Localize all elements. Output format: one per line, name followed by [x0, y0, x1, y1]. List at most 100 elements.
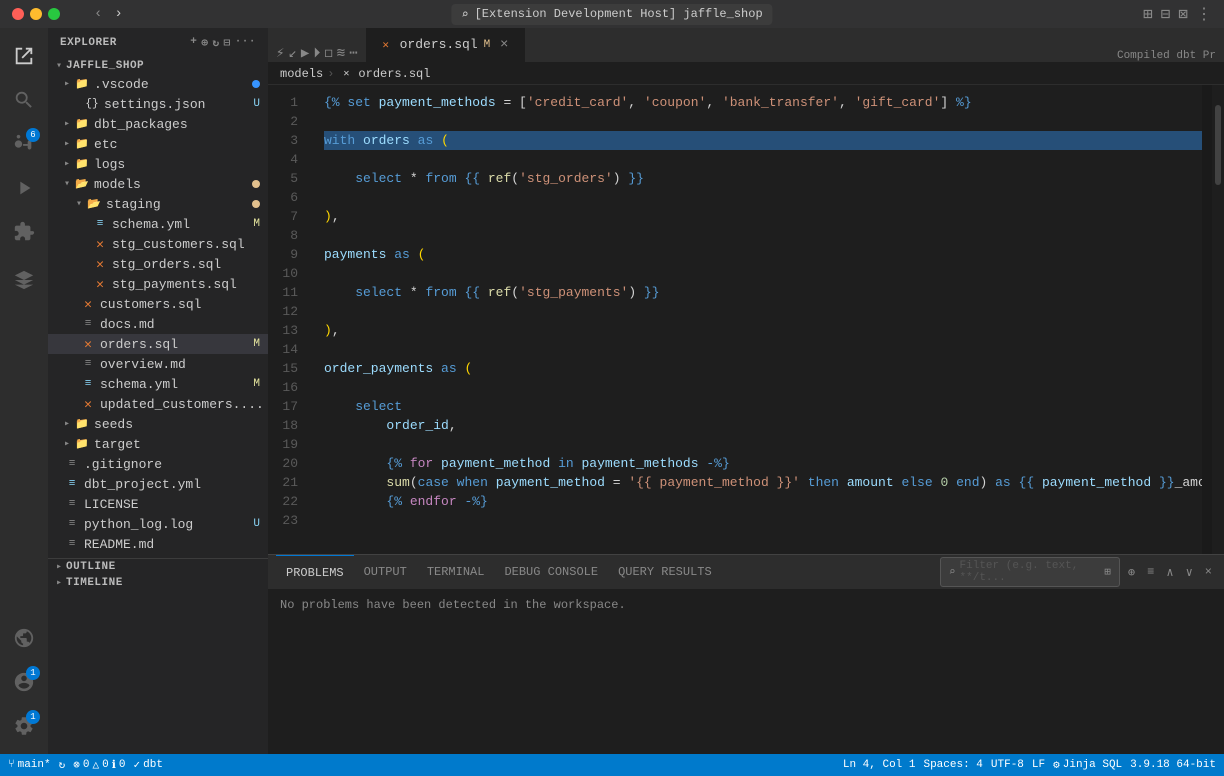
panel-copy-button[interactable]: ⊕: [1124, 563, 1139, 582]
output-tab[interactable]: OUTPUT: [354, 555, 417, 590]
search-icon: ⌕: [461, 7, 468, 22]
terminal-tab[interactable]: TERMINAL: [417, 555, 495, 590]
panel-close-button[interactable]: ×: [1201, 563, 1216, 581]
run-on-click-icon[interactable]: ⚡: [276, 45, 284, 62]
close-button[interactable]: [12, 8, 24, 20]
folder-chevron-icon: [76, 198, 82, 210]
code-editor[interactable]: 1234 5678 9101112 13141516 17181920 2122…: [268, 85, 1224, 554]
eol-status[interactable]: LF: [1032, 759, 1045, 771]
debug-console-tab[interactable]: DEBUG CONSOLE: [494, 555, 608, 590]
sidebar-item-stg-customers[interactable]: ✕ stg_customers.sql: [48, 234, 268, 254]
sidebar-item-vscode[interactable]: 📁 .vscode: [48, 74, 268, 94]
python-log-name: python_log.log: [84, 517, 249, 532]
git-branch-status[interactable]: ⑂ main*: [8, 759, 51, 771]
settings-activity-icon[interactable]: 1: [4, 706, 44, 746]
sync-status[interactable]: ↻: [59, 758, 66, 772]
sidebar-item-updated-customers[interactable]: ✕ updated_customers.... U: [48, 394, 268, 414]
sidebar-item-stg-payments[interactable]: ✕ stg_payments.sql: [48, 274, 268, 294]
run-debug-activity-icon[interactable]: [4, 168, 44, 208]
customize-layout-icon[interactable]: ⋮: [1196, 4, 1212, 24]
nav-forward-button[interactable]: ›: [110, 4, 126, 24]
encoding-status[interactable]: UTF-8: [991, 759, 1024, 771]
nav-back-button[interactable]: ‹: [90, 4, 106, 24]
sidebar-item-dbt-project-yml[interactable]: ≡ dbt_project.yml: [48, 474, 268, 494]
new-folder-icon[interactable]: ⊕: [201, 36, 208, 50]
python-version-status[interactable]: 3.9.18 64-bit: [1130, 759, 1216, 771]
search-activity-icon[interactable]: [4, 80, 44, 120]
orders-sql-name: orders.sql: [100, 337, 249, 352]
panel-sort-button[interactable]: ≡: [1143, 563, 1158, 581]
sidebar-item-python-log[interactable]: ≡ python_log.log U: [48, 514, 268, 534]
schema-yml-badge: M: [253, 218, 260, 230]
editor-scrollbar[interactable]: [1212, 85, 1224, 554]
stg-payments-name: stg_payments.sql: [112, 277, 268, 292]
sidebar-section-outline[interactable]: OUTLINE: [48, 558, 268, 575]
tab-close-button[interactable]: ×: [496, 37, 512, 53]
minimize-button[interactable]: [30, 8, 42, 20]
prev-result-icon[interactable]: ↙: [288, 45, 296, 62]
sidebar-item-license[interactable]: ≡ LICENSE: [48, 494, 268, 514]
collapse-all-icon[interactable]: ⊟: [224, 36, 231, 50]
split-editor-icon[interactable]: ⊠: [1178, 4, 1188, 24]
sidebar-item-stg-orders[interactable]: ✕ stg_orders.sql: [48, 254, 268, 274]
extensions-activity-icon[interactable]: [4, 212, 44, 252]
sidebar-section-timeline[interactable]: TIMELINE: [48, 575, 268, 591]
sidebar-item-staging[interactable]: 📂 staging: [48, 194, 268, 214]
stop-icon[interactable]: ◻: [324, 45, 332, 62]
layout-icon[interactable]: ⊞: [1143, 4, 1153, 24]
sidebar-item-etc[interactable]: 📁 etc: [48, 134, 268, 154]
sidebar-item-project-root[interactable]: JAFFLE_SHOP: [48, 58, 268, 74]
folder-chevron-icon: [64, 158, 70, 170]
dbt-activity-icon[interactable]: [4, 260, 44, 300]
titlebar-search[interactable]: ⌕ [Extension Development Host] jaffle_sh…: [451, 4, 772, 25]
breadcrumb-separator: ›: [327, 67, 334, 81]
source-control-activity-icon[interactable]: 6: [4, 124, 44, 164]
sidebar-item-docs-md[interactable]: ≡ docs.md: [48, 314, 268, 334]
cursor-position-status[interactable]: Ln 4, Col 1: [843, 759, 916, 771]
more-run-icon[interactable]: ⋯: [349, 45, 357, 62]
code-content[interactable]: {% set payment_methods = ['credit_card',…: [308, 85, 1202, 554]
sidebar-item-models[interactable]: 📂 models: [48, 174, 268, 194]
filter-options-icon[interactable]: ⊞: [1104, 565, 1111, 579]
language-status[interactable]: ⚙ Jinja SQL: [1053, 758, 1122, 772]
sidebar-item-overview-md[interactable]: ≡ overview.md: [48, 354, 268, 374]
maximize-button[interactable]: [48, 8, 60, 20]
panel-filter-input[interactable]: ⌕ Filter (e.g. text, **/t... ⊞: [940, 557, 1120, 587]
code-line-19: [324, 435, 1202, 454]
query-results-tab[interactable]: QUERY RESULTS: [608, 555, 722, 590]
sidebar-item-schema-yml-models[interactable]: ≡ schema.yml M: [48, 374, 268, 394]
spaces-status[interactable]: Spaces: 4: [923, 759, 982, 771]
sidebar-item-target[interactable]: 📁 target: [48, 434, 268, 454]
sidebar-item-settings-json[interactable]: {} settings.json U: [48, 94, 268, 114]
format-icon[interactable]: ≋: [337, 45, 345, 62]
code-line-9: payments as (: [324, 245, 1202, 264]
breadcrumb-models[interactable]: models: [280, 67, 323, 81]
more-actions-icon[interactable]: ···: [235, 36, 256, 50]
explorer-activity-icon[interactable]: [4, 36, 44, 76]
errors-status[interactable]: ⊗ 0 △ 0 ℹ 0: [73, 758, 125, 772]
sidebar-item-dbt-packages[interactable]: 📁 dbt_packages: [48, 114, 268, 134]
panel-down-button[interactable]: ∨: [1182, 563, 1197, 582]
refresh-icon[interactable]: ↻: [212, 36, 219, 50]
run-all-icon[interactable]: ⏵: [313, 46, 320, 62]
scrollbar-thumb[interactable]: [1215, 105, 1221, 185]
orders-sql-tab[interactable]: ✕ orders.sql M ×: [366, 28, 526, 62]
sql-file-icon: ✕: [80, 336, 96, 352]
run-icon[interactable]: ▶: [301, 45, 309, 62]
sidebar-item-customers-sql[interactable]: ✕ customers.sql: [48, 294, 268, 314]
panel-layout-icon[interactable]: ⊟: [1161, 4, 1171, 24]
etc-name: etc: [94, 137, 268, 152]
github-activity-icon[interactable]: [4, 618, 44, 658]
accounts-activity-icon[interactable]: 1: [4, 662, 44, 702]
sidebar-item-logs[interactable]: 📁 logs: [48, 154, 268, 174]
sidebar-item-gitignore[interactable]: ≡ .gitignore: [48, 454, 268, 474]
new-file-icon[interactable]: +: [190, 36, 197, 50]
breadcrumb-file[interactable]: orders.sql: [358, 67, 430, 81]
sidebar-item-schema-yml-staging[interactable]: ≡ schema.yml M: [48, 214, 268, 234]
panel-up-button[interactable]: ∧: [1162, 563, 1177, 582]
dbt-status[interactable]: ✓ dbt: [134, 758, 163, 772]
sidebar-item-seeds[interactable]: 📁 seeds: [48, 414, 268, 434]
sidebar-item-readme[interactable]: ≡ README.md: [48, 534, 268, 554]
sidebar-item-orders-sql[interactable]: ✕ orders.sql M: [48, 334, 268, 354]
problems-tab[interactable]: PROBLEMS: [276, 555, 354, 590]
